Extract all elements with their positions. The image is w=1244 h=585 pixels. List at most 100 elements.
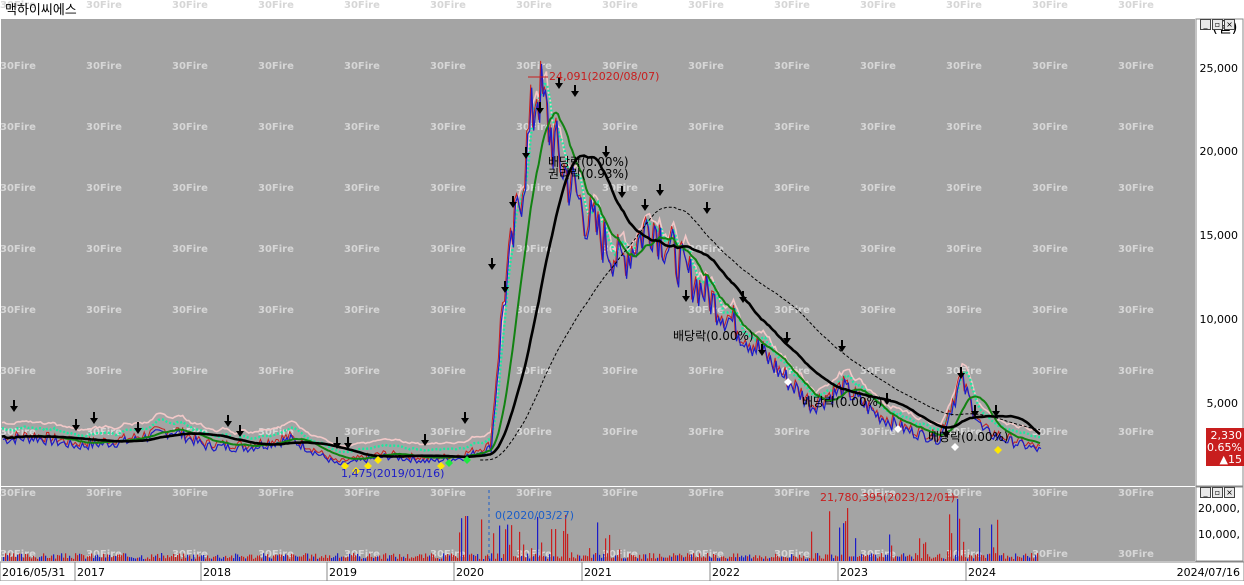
volume-bar	[41, 556, 43, 561]
watermark-text: 30Fire	[946, 183, 982, 194]
volume-bar	[675, 555, 677, 561]
volume-bar	[183, 553, 185, 561]
volume-bar	[713, 553, 715, 561]
volume-bar	[83, 555, 85, 561]
volume-bar	[363, 558, 365, 561]
sell-signal-stem	[347, 437, 349, 443]
watermark-text: 30Fire	[774, 488, 810, 499]
volume-bar	[631, 554, 633, 561]
volume-bar	[1019, 556, 1021, 561]
volume-bar	[213, 556, 215, 561]
volume-bar	[421, 554, 423, 561]
watermark-text: 30Fire	[258, 305, 294, 316]
volume-bar	[983, 555, 985, 561]
volume-bar	[953, 558, 955, 561]
volume-bar	[603, 553, 605, 561]
volume-bar	[443, 553, 445, 561]
volume-bar	[1035, 555, 1037, 561]
volume-bar	[99, 557, 101, 561]
volume-bar	[583, 555, 585, 561]
close-icon[interactable]: ×	[1224, 19, 1235, 30]
volume-bar	[541, 542, 543, 561]
minimize-icon[interactable]: _	[1200, 487, 1211, 498]
volume-bar	[891, 545, 893, 561]
volume-bar	[567, 533, 569, 561]
stock-chart[interactable]: 30Fire 30Fire 30Fire 30Fire 30Fire 30Fire 30Fi…	[0, 0, 1244, 582]
volume-bar	[813, 558, 815, 561]
volume-bar	[301, 556, 303, 561]
volume-bar	[343, 556, 345, 561]
volume-bar	[249, 554, 251, 561]
volume-bar	[545, 556, 547, 561]
volume-bar	[815, 553, 817, 561]
close-icon[interactable]: ×	[1224, 487, 1235, 498]
volume-bar	[237, 554, 239, 561]
volume-bar	[295, 555, 297, 561]
volume-bar	[371, 556, 373, 561]
volume-bar	[581, 558, 583, 561]
volume-bar	[129, 557, 131, 561]
volume-bar	[989, 553, 991, 561]
volume-bar	[963, 541, 965, 561]
volume-bar	[519, 531, 521, 561]
volume-bar	[423, 558, 425, 561]
volume-bar	[865, 556, 867, 561]
watermark-text: 30Fire	[688, 488, 724, 499]
volume-bar	[955, 554, 957, 561]
watermark-text: 30Fire	[430, 305, 466, 316]
restore-icon[interactable]: ▫	[1212, 487, 1223, 498]
volume-bar	[397, 558, 399, 561]
watermark-text: 30Fire	[430, 122, 466, 133]
volume-bar	[79, 553, 81, 561]
volume-bar	[517, 557, 519, 561]
volume-bar	[985, 557, 987, 561]
watermark-text: 30Fire	[86, 305, 122, 316]
volume-bar	[481, 519, 483, 561]
volume-bar	[645, 554, 647, 561]
volume-bar	[1015, 553, 1017, 561]
sell-signal-stem	[974, 405, 976, 411]
volume-bar	[509, 544, 511, 561]
volume-bar	[659, 553, 661, 561]
volume-bar	[467, 516, 469, 561]
watermark-text: 30Fire	[1032, 366, 1068, 377]
volume-bar	[165, 558, 167, 561]
volume-bar	[359, 556, 361, 561]
watermark-text: 30Fire	[172, 122, 208, 133]
volume-bar	[629, 553, 631, 561]
watermark-text: 30Fire	[344, 61, 380, 72]
volume-bar	[523, 544, 525, 561]
volume-bar	[169, 557, 171, 561]
watermark-text: 30Fire	[946, 61, 982, 72]
volume-bar	[89, 555, 91, 561]
watermark-text: 30Fire	[430, 183, 466, 194]
watermark-text: 30Fire	[1118, 488, 1154, 499]
restore-icon[interactable]: ▫	[1212, 19, 1223, 30]
volume-bar	[561, 556, 563, 561]
volume-bar	[841, 554, 843, 561]
volume-bar	[255, 557, 257, 561]
volume-bar	[977, 553, 979, 561]
volume-bar	[453, 555, 455, 561]
volume-bar	[329, 555, 331, 561]
volume-bar	[665, 557, 667, 561]
volume-bar	[313, 556, 315, 561]
volume-bar	[261, 558, 263, 561]
volume-bar	[821, 558, 823, 561]
volume-bar	[299, 556, 301, 561]
volume-bar	[385, 553, 387, 561]
volume-bar	[587, 556, 589, 561]
volume-bar	[847, 508, 849, 561]
volume-bar	[1021, 557, 1023, 561]
watermark-text: 30Fire	[258, 183, 294, 194]
volume-bar	[353, 553, 355, 561]
volume-bar	[867, 554, 869, 561]
minimize-icon[interactable]: _	[1200, 19, 1211, 30]
volume-bar	[157, 553, 159, 561]
volume-bar	[903, 553, 905, 561]
volume-bar	[823, 558, 825, 561]
volume-bar	[843, 523, 845, 561]
watermark-text: 30Fire	[86, 488, 122, 499]
watermark-text: 30Fire	[258, 61, 294, 72]
volume-bar	[155, 555, 157, 561]
